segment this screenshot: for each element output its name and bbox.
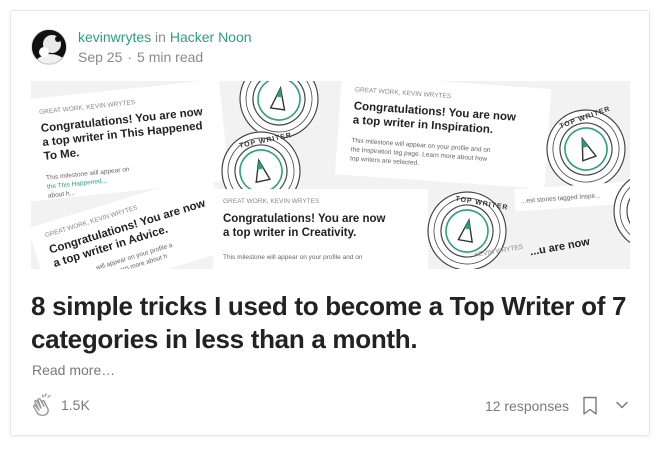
byline-author-row: kevinwrytes in Hacker Noon bbox=[78, 28, 252, 47]
hero-kicker-4: GREAT WORK, KEVIN WRYTES bbox=[223, 198, 320, 205]
hero-collage: GREAT WORK, KEVIN WRYTES Congratulations… bbox=[31, 81, 630, 269]
avatar[interactable] bbox=[31, 29, 67, 65]
hero-image[interactable]: GREAT WORK, KEVIN WRYTES Congratulations… bbox=[31, 81, 630, 269]
avatar-image bbox=[32, 30, 66, 64]
clap-icon bbox=[32, 393, 51, 417]
read-more-link[interactable]: Read more… bbox=[32, 362, 115, 378]
post-header: kevinwrytes in Hacker Noon Sep 25 · 5 min … bbox=[31, 27, 252, 67]
bookmark-icon bbox=[583, 396, 597, 415]
author-link[interactable]: kevinwrytes bbox=[78, 29, 151, 45]
hero-card-4-headline-2: a top writer in Creativity. bbox=[223, 227, 356, 239]
post-date: Sep 25 bbox=[78, 48, 123, 65]
post-card[interactable]: kevinwrytes in Hacker Noon Sep 25 · 5 min … bbox=[10, 10, 650, 436]
more-options-button[interactable] bbox=[615, 398, 629, 417]
hero-card-4-body-1: This milestone will appear on your profi… bbox=[223, 254, 363, 261]
publication-link[interactable]: Hacker Noon bbox=[170, 29, 252, 45]
bookmark-button[interactable] bbox=[582, 396, 598, 421]
in-word: in bbox=[155, 28, 166, 45]
clap-count: 1.5K bbox=[61, 397, 90, 413]
post-title[interactable]: 8 simple tricks I used to become a Top W… bbox=[31, 290, 631, 356]
meta-separator: · bbox=[127, 48, 133, 65]
post-footer: 1.5K 12 responses bbox=[31, 391, 629, 421]
hero-card-creativity: GREAT WORK, KEVIN WRYTES Congratulations… bbox=[213, 189, 428, 269]
hero-card-4-headline-1: Congratulations! You are now bbox=[223, 213, 386, 225]
read-time: 5 min read bbox=[137, 48, 204, 65]
byline: kevinwrytes in Hacker Noon Sep 25 · 5 min … bbox=[78, 28, 252, 67]
clap-button[interactable]: 1.5K bbox=[31, 393, 90, 417]
responses-link[interactable]: 12 responses bbox=[485, 398, 569, 414]
hero-card-inspiration: GREAT WORK, KEVIN WRYTES Congratulations… bbox=[335, 81, 552, 189]
post-meta: Sep 25 · 5 min read bbox=[78, 48, 252, 67]
chevron-down-icon bbox=[616, 401, 628, 409]
